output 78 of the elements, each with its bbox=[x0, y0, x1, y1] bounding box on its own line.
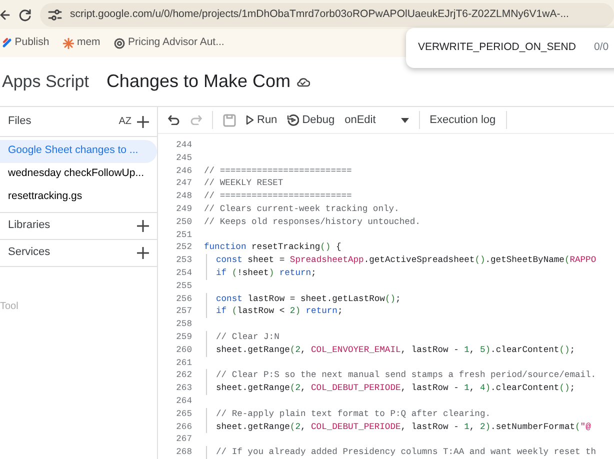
line-number: 246 bbox=[175, 164, 193, 178]
bookmark-logo-icon bbox=[2, 38, 12, 48]
code-line: // WEEKLY RESET bbox=[204, 177, 284, 190]
plus-icon bbox=[137, 220, 149, 232]
play-icon bbox=[246, 115, 254, 125]
code-line: if (!sheet) return; bbox=[206, 266, 316, 280]
bookmark-link[interactable]: Publish bbox=[2, 35, 50, 51]
file-item[interactable]: resettracking.gs bbox=[0, 186, 157, 209]
debug-button[interactable]: Debug bbox=[287, 112, 335, 128]
code-line: sheet.getRange(2, COL_DEBUT_PERIODE, lastRow - 1, 2).setNumberFormat("@ bbox=[206, 420, 591, 434]
file-item[interactable]: Google Sheet changes to ... bbox=[0, 140, 157, 163]
line-number: 244 bbox=[175, 139, 193, 152]
code-line: // Keeps old responses/history untouched. bbox=[204, 216, 420, 229]
code-line: // If you already added Presidency columns T:AA and want weekly reset th bbox=[206, 446, 596, 459]
line-number: 249 bbox=[175, 202, 193, 216]
file-item[interactable]: wednesday checkFollowUp... bbox=[0, 162, 157, 186]
line-number: 252 bbox=[175, 241, 193, 254]
undo-icon[interactable] bbox=[168, 115, 180, 125]
match-count: 0/0 bbox=[594, 40, 609, 56]
site-settings-icon[interactable] bbox=[48, 8, 62, 20]
bookmark-link[interactable]: Pricing Advisor Aut... bbox=[114, 35, 224, 51]
reload-icon[interactable] bbox=[18, 8, 32, 22]
plus-icon bbox=[137, 246, 149, 258]
function-select[interactable]: onEdit bbox=[344, 112, 409, 128]
code-line: // ========================= bbox=[204, 190, 352, 203]
burst-icon bbox=[63, 38, 74, 48]
section-heading: Services bbox=[8, 245, 50, 260]
line-number: 256 bbox=[175, 292, 193, 306]
code-line: // ========================= bbox=[204, 164, 352, 178]
caret-icon bbox=[400, 118, 409, 122]
files-heading: Files bbox=[8, 114, 32, 130]
code-line: function resetTracking() { bbox=[204, 241, 342, 254]
code-line: if (lastRow < 2) return; bbox=[206, 305, 343, 318]
section-heading: Libraries bbox=[8, 218, 50, 234]
line-number: 248 bbox=[175, 190, 193, 203]
find-query[interactable]: VERWRITE_PERIOD_ON_SEND bbox=[418, 40, 576, 56]
code-line: const sheet = SpreadsheetApp.getActiveSpreadsheet().getSheetByName(RAPPO bbox=[206, 254, 596, 267]
line-number: 259 bbox=[175, 330, 193, 344]
bookmark-link[interactable]: mem bbox=[63, 35, 100, 51]
line-number: 253 bbox=[175, 254, 193, 267]
line-number: 257 bbox=[175, 305, 193, 318]
code-line: // Re-apply plain text format to P:Q after clearing. bbox=[206, 408, 491, 421]
product-name: Apps Script bbox=[2, 70, 89, 93]
line-number: 261 bbox=[175, 356, 193, 370]
line-number: 247 bbox=[175, 177, 193, 190]
line-number: 262 bbox=[175, 369, 193, 382]
panel-label: Tool bbox=[0, 300, 18, 314]
project-title[interactable]: Changes to Make Com bbox=[106, 68, 291, 95]
back-icon[interactable] bbox=[0, 8, 10, 20]
line-number: 250 bbox=[175, 216, 193, 229]
line-number: 254 bbox=[175, 266, 193, 280]
line-number: 264 bbox=[175, 394, 193, 408]
line-number: 245 bbox=[175, 152, 193, 165]
knot-icon bbox=[114, 38, 126, 48]
line-number: 268 bbox=[175, 446, 193, 459]
execution-log-button[interactable]: Execution log bbox=[430, 112, 496, 128]
code-line: sheet.getRange(2, COL_ENVOYER_EMAIL, lastRow - 1, 5).clearContent(); bbox=[206, 344, 576, 357]
line-number: 260 bbox=[175, 344, 193, 357]
code-line: const lastRow = sheet.getLastRow(); bbox=[206, 292, 401, 306]
code-line: // Clears current-week tracking only. bbox=[204, 202, 400, 216]
run-button[interactable]: Run bbox=[246, 112, 278, 128]
line-number: 263 bbox=[175, 382, 193, 395]
line-number: 267 bbox=[175, 433, 193, 446]
cloud-icon bbox=[296, 76, 310, 86]
add-button[interactable] bbox=[137, 246, 149, 258]
code-line: // Clear P:S so the next manual send stamps a fresh period/source/email. bbox=[206, 369, 596, 382]
sort-button[interactable]: AZ bbox=[118, 116, 132, 126]
code-line: // Clear J:N bbox=[206, 330, 280, 344]
line-number: 255 bbox=[175, 280, 193, 293]
line-number: 258 bbox=[175, 318, 193, 331]
line-number: 266 bbox=[175, 420, 193, 434]
line-number: 265 bbox=[175, 408, 193, 421]
add-file-button[interactable] bbox=[137, 116, 149, 128]
debug-icon bbox=[287, 114, 300, 126]
line-number: 251 bbox=[175, 228, 193, 242]
plus-icon bbox=[137, 116, 149, 128]
add-button[interactable] bbox=[137, 220, 149, 232]
code-line: sheet.getRange(2, COL_DEBUT_PERIODE, lastRow - 1, 4).clearContent(); bbox=[206, 382, 576, 395]
